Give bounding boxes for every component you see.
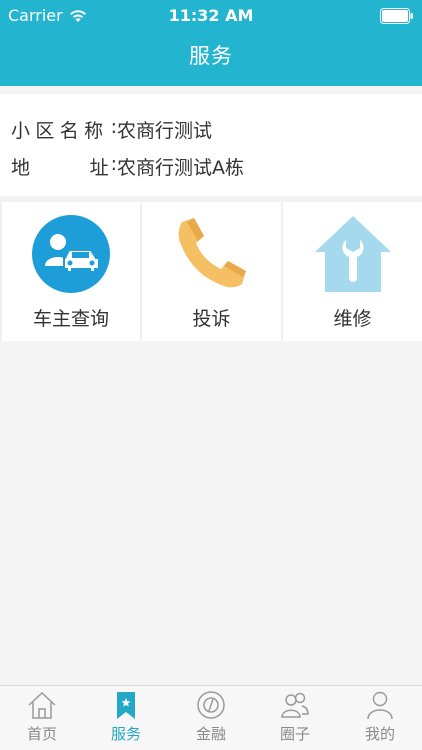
tab-label: 我的 [364, 725, 395, 743]
tab-label: 圈子 [279, 725, 310, 743]
community-name-label: 小区名称: [11, 116, 117, 142]
tab-service[interactable]: 服务 [84, 686, 168, 750]
service-car-owner-query[interactable]: 车主查询 [2, 202, 140, 341]
car-owner-icon [32, 215, 110, 293]
service-label: 车主查询 [32, 308, 109, 330]
person-icon [367, 691, 393, 720]
service-label: 维修 [333, 308, 372, 330]
tab-circle[interactable]: 圈子 [253, 686, 337, 750]
tab-label: 首页 [26, 725, 57, 743]
group-icon [281, 692, 309, 718]
nav-header: Carrier 11:32 AM 服务 [0, 0, 422, 86]
community-name-value: 农商行测试 [117, 120, 213, 142]
status-time: 11:32 AM [168, 6, 254, 25]
bookmark-star-icon [117, 692, 135, 719]
tab-home[interactable]: 首页 [0, 686, 84, 750]
tab-label: 服务 [110, 725, 141, 743]
battery-icon [380, 8, 413, 24]
coin-icon [197, 691, 225, 719]
service-complaint[interactable]: 投诉 [142, 202, 281, 341]
tab-bar: 首页 服务 金融 圈子 我的 [0, 685, 422, 750]
service-label: 投诉 [192, 308, 231, 330]
community-name-row: 小区名称: 农商行测试 [11, 116, 212, 143]
phone-icon [178, 218, 246, 288]
status-bar: Carrier 11:32 AM [0, 0, 422, 30]
tab-mine[interactable]: 我的 [338, 686, 422, 750]
repair-house-icon [314, 216, 391, 292]
page-title: 服务 [189, 44, 233, 68]
service-grid: 车主查询 投诉 维修 [0, 200, 422, 341]
community-address-value: 农商行测试A栋 [117, 157, 244, 179]
community-address-label: 地址: [11, 153, 117, 179]
community-address-row: 地址: 农商行测试A栋 [11, 153, 244, 180]
home-icon [28, 691, 56, 719]
tab-label: 金融 [195, 725, 226, 743]
tab-finance[interactable]: 金融 [169, 686, 253, 750]
service-repair[interactable]: 维修 [283, 202, 422, 341]
community-info-panel [0, 94, 422, 196]
